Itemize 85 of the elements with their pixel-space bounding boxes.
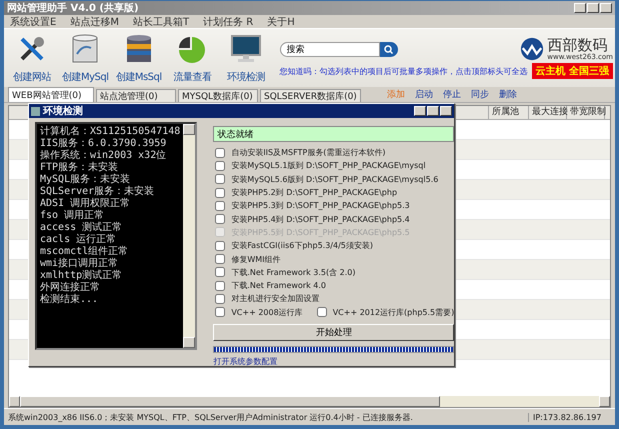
- action-link[interactable]: 同步: [470, 88, 489, 101]
- column-header[interactable]: 带宽限制: [567, 106, 605, 119]
- log-line: cacls 运行正常: [40, 234, 118, 246]
- option-label[interactable]: 修复WMI组件: [213, 252, 454, 266]
- option-label[interactable]: 下载.Net Framework 3.5(含 2.0): [213, 266, 454, 279]
- option-label[interactable]: 安装PHP5.3到 D:\SOFT_PHP_PACKAGE\php5.3: [213, 199, 454, 212]
- log-line: MySQL服务：未安装: [40, 174, 132, 186]
- option-label[interactable]: 安装FastCGI(iis6下php5.3/4/5须安装): [213, 239, 454, 252]
- maximize-button[interactable]: [427, 106, 439, 116]
- tab[interactable]: MYSQL数据库(0): [178, 89, 258, 102]
- option-label[interactable]: 安装MySQL5.6版到 D:\SOFT_PHP_PACKAGE\mysql5.6: [213, 172, 454, 186]
- checkbox[interactable]: [215, 294, 226, 304]
- column-header[interactable]: 最大连接: [529, 106, 567, 119]
- start-button[interactable]: 开始处理: [213, 324, 454, 341]
- maximize-button[interactable]: [587, 3, 599, 13]
- log-line: 计算机名：XS1125150547148: [40, 126, 180, 138]
- app-icon: [31, 106, 40, 116]
- toolbar-button[interactable]: 环境检测: [220, 30, 272, 86]
- checkbox[interactable]: [215, 188, 226, 198]
- checkbox[interactable]: [215, 148, 226, 158]
- log-line: IIS服务：6.0.3790.3959: [40, 138, 168, 150]
- close-button[interactable]: [600, 3, 612, 13]
- log-line: fso 调用正常: [40, 210, 106, 222]
- log-line: xmlhttp测试正常: [40, 270, 124, 282]
- option-label[interactable]: 安装PHP5.4到 D:\SOFT_PHP_PACKAGE\php5.4: [213, 212, 454, 226]
- toolbar-button[interactable]: 流量查看: [166, 30, 218, 86]
- brand-name: 西部数码: [547, 37, 608, 53]
- option-label[interactable]: VC++ 2008运行库: [213, 306, 303, 319]
- promo-banner: 云主机 全国三强: [532, 63, 613, 79]
- ip-address: IP:173.82.86.197: [528, 412, 615, 422]
- minimize-button[interactable]: [574, 3, 586, 13]
- option-label[interactable]: 安装MySQL5.1版到 D:\SOFT_PHP_PACKAGE\mysql: [213, 159, 454, 173]
- status-field[interactable]: 状态就绪: [213, 126, 454, 142]
- checkbox[interactable]: [215, 200, 226, 211]
- log-line: ADSI 调用权限正常: [40, 198, 132, 210]
- tab[interactable]: WEB网站管理(0): [8, 87, 94, 102]
- menu-item[interactable]: 站长工具箱T: [132, 14, 190, 28]
- menu-item[interactable]: 系统设置E: [10, 14, 56, 28]
- config-link[interactable]: 打开系统参数配置: [213, 356, 454, 367]
- log-line: 检测结束...: [40, 294, 100, 306]
- action-link[interactable]: 启动: [414, 88, 433, 101]
- dialog-title: 环境检测: [43, 104, 83, 118]
- tab[interactable]: SQLSERVER数据库(0): [260, 89, 361, 102]
- search-icon[interactable]: [380, 42, 398, 56]
- option-label[interactable]: 安装PHP5.2到 D:\SOFT_PHP_PACKAGE\php: [213, 186, 454, 200]
- window-title: 网站管理助手 V4.0 (共享版): [7, 1, 139, 15]
- tip-text: 您知道吗：勾选列表中的项目后可批量多项操作，点击顶部标头可全选: [280, 66, 528, 76]
- action-link[interactable]: 删除: [498, 88, 517, 101]
- option-label[interactable]: 下载.Net Framework 4.0: [213, 278, 454, 292]
- vertical-scrollbar[interactable]: [183, 124, 196, 348]
- checkbox[interactable]: [316, 307, 327, 318]
- checkbox[interactable]: [215, 254, 226, 264]
- checkbox[interactable]: [215, 280, 226, 291]
- status-message: 系统win2003_x86 IIS6.0；未安装 MYSQL、FTP、SQLServer用户Administrator 运行0.4小时 - 已连接服务器.: [7, 412, 414, 422]
- option-label[interactable]: 自动安装IIS及MSFTP服务(需重运行本软件): [213, 146, 454, 160]
- toolbar-button[interactable]: 创建网站: [6, 30, 58, 86]
- checkbox[interactable]: [215, 267, 226, 278]
- monitor-icon: [230, 34, 262, 64]
- checkbox[interactable]: [215, 174, 226, 184]
- checkbox[interactable]: [215, 307, 226, 318]
- checkbox[interactable]: [215, 240, 226, 251]
- minimize-button[interactable]: [414, 106, 426, 116]
- horizontal-scrollbar[interactable]: [9, 396, 610, 407]
- menu-item[interactable]: 计划任务 R: [203, 14, 254, 28]
- log-line: wmi接口调用正常: [40, 258, 120, 270]
- close-button[interactable]: [440, 106, 452, 116]
- option-label[interactable]: VC++ 2012运行库(php5.5需要): [314, 306, 454, 319]
- toolbar-button[interactable]: 创建MsSql: [113, 30, 164, 86]
- column-header[interactable]: 所属池: [489, 106, 529, 119]
- log-line: 外网连接正常: [40, 282, 101, 294]
- wave-logo-icon: [520, 37, 544, 61]
- menu-item[interactable]: 关于H: [267, 14, 295, 28]
- menu-item[interactable]: 站点迁移M: [70, 14, 119, 28]
- log-line: SQLServer服务：未安装: [40, 186, 156, 198]
- option-label[interactable]: 对主机进行安全加固设置: [213, 292, 454, 306]
- search-field[interactable]: 搜索: [280, 42, 380, 56]
- log-line: 操作系统：win2003 x32位: [40, 150, 168, 162]
- checkbox[interactable]: [215, 214, 226, 224]
- checkbox[interactable]: [215, 160, 226, 171]
- toolbar-button[interactable]: 创建MySql: [60, 30, 111, 86]
- log-line: mscomctl组件正常: [40, 246, 130, 258]
- log-line: access 测试正常: [40, 222, 124, 234]
- action-link[interactable]: 停止: [442, 88, 461, 101]
- log-line: FTP服务：未安装: [40, 162, 120, 174]
- tab[interactable]: 站点池管理(0): [96, 89, 176, 102]
